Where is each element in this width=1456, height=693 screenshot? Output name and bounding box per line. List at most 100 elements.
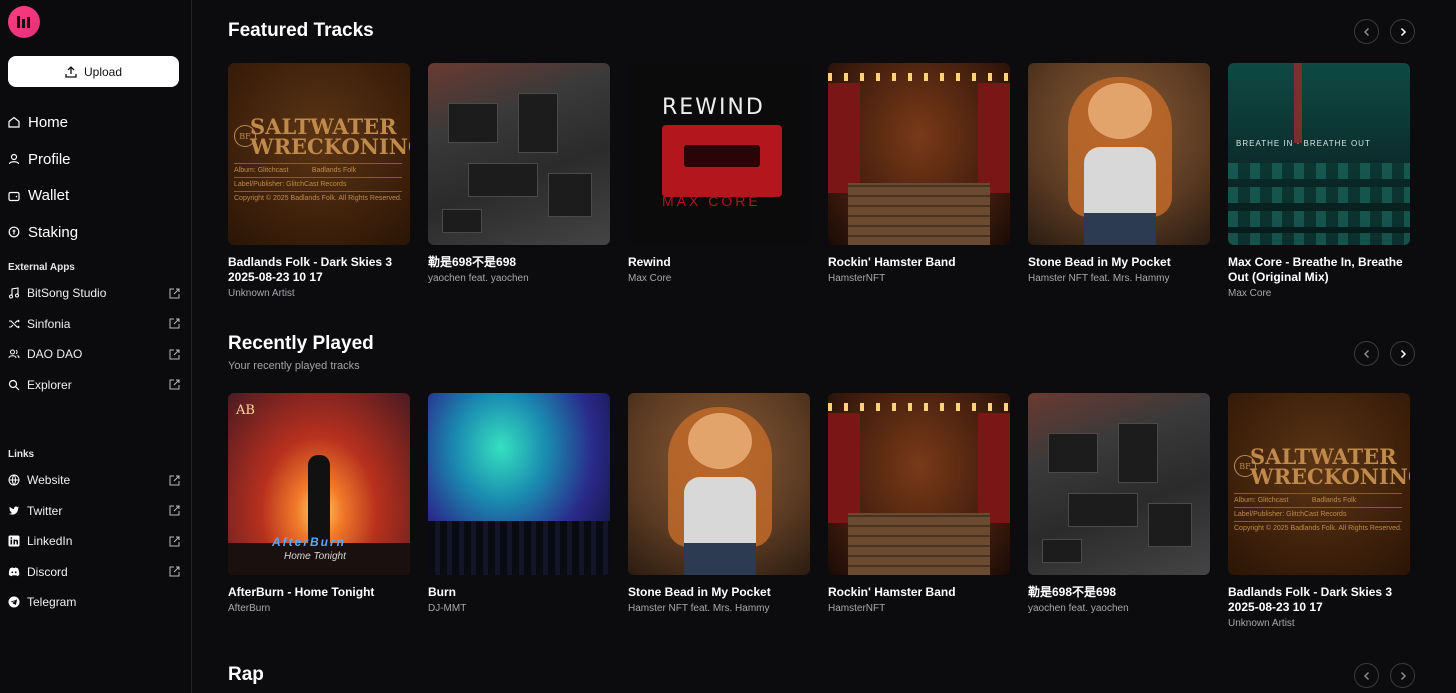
external-apps-heading: External Apps: [8, 262, 75, 273]
nav-label: Profile: [28, 150, 71, 168]
featured-tracks-row: BF SALTWATER WRECKONING Album: Glitchcast…: [228, 63, 1410, 299]
chevron-right-icon: [1400, 27, 1406, 36]
main-nav: Home Profile Wallet Staking: [8, 104, 184, 251]
track-cover: REWIND MAX CORE: [628, 63, 810, 245]
track-card[interactable]: 勒是698不是698 yaochen feat. yaochen: [428, 63, 610, 299]
nav-item-home[interactable]: Home: [8, 104, 184, 141]
bitsong-logo[interactable]: [8, 6, 40, 38]
track-card[interactable]: BREATHE IN · BREATHE OUT Max Core - Brea…: [1228, 63, 1410, 299]
nav-item-wallet[interactable]: Wallet: [8, 177, 184, 214]
track-cover: BREATHE IN · BREATHE OUT: [1228, 63, 1410, 245]
recently-played-row: AB AfterBurn Home Tonight AfterBurn - Ho…: [228, 393, 1410, 629]
track-title: Badlands Folk - Dark Skies 3 2025-08-23 …: [1228, 585, 1393, 614]
recent-prev-button[interactable]: [1354, 341, 1379, 366]
external-app-bitsong-studio[interactable]: BitSong Studio: [8, 278, 184, 309]
wallet-icon: [8, 191, 20, 201]
upload-button[interactable]: Upload: [8, 56, 179, 87]
external-app-explorer[interactable]: Explorer: [8, 370, 184, 401]
nav-item-profile[interactable]: Profile: [8, 141, 184, 178]
chevron-left-icon: [1363, 349, 1369, 358]
logo-icon: [17, 16, 30, 28]
globe-icon: [8, 474, 20, 486]
recent-next-button[interactable]: [1390, 341, 1415, 366]
chevron-left-icon: [1363, 671, 1369, 680]
track-card[interactable]: REWIND MAX CORE Rewind Max Core: [628, 63, 810, 299]
track-card[interactable]: Rockin' Hamster Band HamsterNFT: [828, 393, 1010, 629]
external-app-sinfonia[interactable]: Sinfonia: [8, 309, 184, 340]
track-title: Stone Bead in My Pocket: [628, 585, 771, 599]
nav-item-staking[interactable]: Staking: [8, 214, 184, 251]
track-cover: [828, 393, 1010, 575]
track-title: Rockin' Hamster Band: [828, 255, 956, 269]
track-cover: [1028, 393, 1210, 575]
link-twitter[interactable]: Twitter: [8, 496, 184, 527]
track-card[interactable]: 勒是698不是698 yaochen feat. yaochen: [1028, 393, 1210, 629]
track-cover: [428, 393, 610, 575]
external-link-icon: [169, 566, 180, 577]
track-card[interactable]: Stone Bead in My Pocket Hamster NFT feat…: [628, 393, 810, 629]
track-card[interactable]: Burn DJ-MMT: [428, 393, 610, 629]
cover-title: REWIND: [662, 95, 765, 120]
rap-title: Rap: [228, 664, 264, 685]
track-artist: Max Core: [1228, 288, 1272, 299]
track-title: Burn: [428, 585, 456, 599]
track-card[interactable]: Rockin' Hamster Band HamsterNFT: [828, 63, 1010, 299]
shuffle-icon: [9, 319, 20, 329]
cover-credits: Album: Glitchcast Badlands Folk Label/Pu…: [234, 163, 402, 205]
track-cover: [828, 63, 1010, 245]
cover-title: SALTWATER WRECKONING: [250, 114, 410, 159]
chevron-right-icon: [1400, 349, 1406, 358]
track-cover: AB AfterBurn Home Tonight: [228, 393, 410, 575]
featured-next-button[interactable]: [1390, 19, 1415, 44]
external-link-icon: [169, 318, 180, 329]
external-link-icon: [169, 288, 180, 299]
upload-icon: [65, 65, 77, 78]
telegram-icon: [8, 596, 20, 608]
track-title: Max Core - Breathe In, Breathe Out (Orig…: [1228, 255, 1403, 284]
track-artist: yaochen feat. yaochen: [1028, 603, 1129, 614]
chevron-right-icon: [1400, 671, 1406, 680]
discord-icon: [8, 567, 20, 576]
link-label: Telegram: [27, 595, 77, 610]
recently-played-subtitle: Your recently played tracks: [228, 360, 360, 372]
external-app-label: DAO DAO: [27, 347, 83, 362]
link-telegram[interactable]: Telegram: [8, 587, 184, 618]
track-title: Rewind: [628, 255, 671, 269]
staking-icon: [8, 227, 20, 238]
external-app-label: BitSong Studio: [27, 286, 107, 301]
track-title: 勒是698不是698: [1028, 585, 1117, 599]
featured-prev-button[interactable]: [1354, 19, 1379, 44]
external-link-icon: [169, 475, 180, 486]
cover-credits: Album: Glitchcast Badlands Folk Label/Pu…: [1234, 493, 1402, 535]
upload-label: Upload: [83, 64, 123, 79]
track-card[interactable]: AB AfterBurn Home Tonight AfterBurn - Ho…: [228, 393, 410, 629]
track-artist: Unknown Artist: [228, 288, 295, 299]
rap-next-button[interactable]: [1390, 663, 1415, 688]
link-linkedin[interactable]: LinkedIn: [8, 526, 184, 557]
main-content: Featured Tracks BF SALTWATER WRECKONING A…: [192, 0, 1456, 693]
cover-title: BREATHE IN · BREATHE OUT: [1236, 139, 1371, 148]
external-link-icon: [169, 536, 180, 547]
chevron-left-icon: [1363, 27, 1369, 36]
user-icon: [8, 153, 20, 165]
track-card[interactable]: Stone Bead in My Pocket Hamster NFT feat…: [1028, 63, 1210, 299]
track-cover: [428, 63, 610, 245]
rap-prev-button[interactable]: [1354, 663, 1379, 688]
sidebar: Upload Home Profile Wallet Staking Exter…: [0, 0, 192, 693]
twitter-icon: [9, 506, 19, 515]
track-card[interactable]: BF SALTWATER WRECKONING Album: Glitchcast…: [1228, 393, 1410, 629]
link-discord[interactable]: Discord: [8, 557, 184, 588]
external-app-label: Sinfonia: [27, 316, 71, 331]
cassette-tape: [662, 125, 782, 197]
track-card[interactable]: BF SALTWATER WRECKONING Album: Glitchcast…: [228, 63, 410, 299]
link-website[interactable]: Website: [8, 465, 184, 496]
links-heading: Links: [8, 449, 35, 460]
artist-logo: AB: [236, 403, 255, 418]
links-list: Website Twitter LinkedIn Discord Telegra…: [8, 465, 184, 618]
external-link-icon: [169, 379, 180, 390]
track-artist: Unknown Artist: [1228, 618, 1295, 629]
external-link-icon: [169, 349, 180, 360]
external-app-dao-dao[interactable]: DAO DAO: [8, 339, 184, 370]
link-label: LinkedIn: [27, 534, 73, 549]
track-artist: Max Core: [628, 273, 672, 284]
